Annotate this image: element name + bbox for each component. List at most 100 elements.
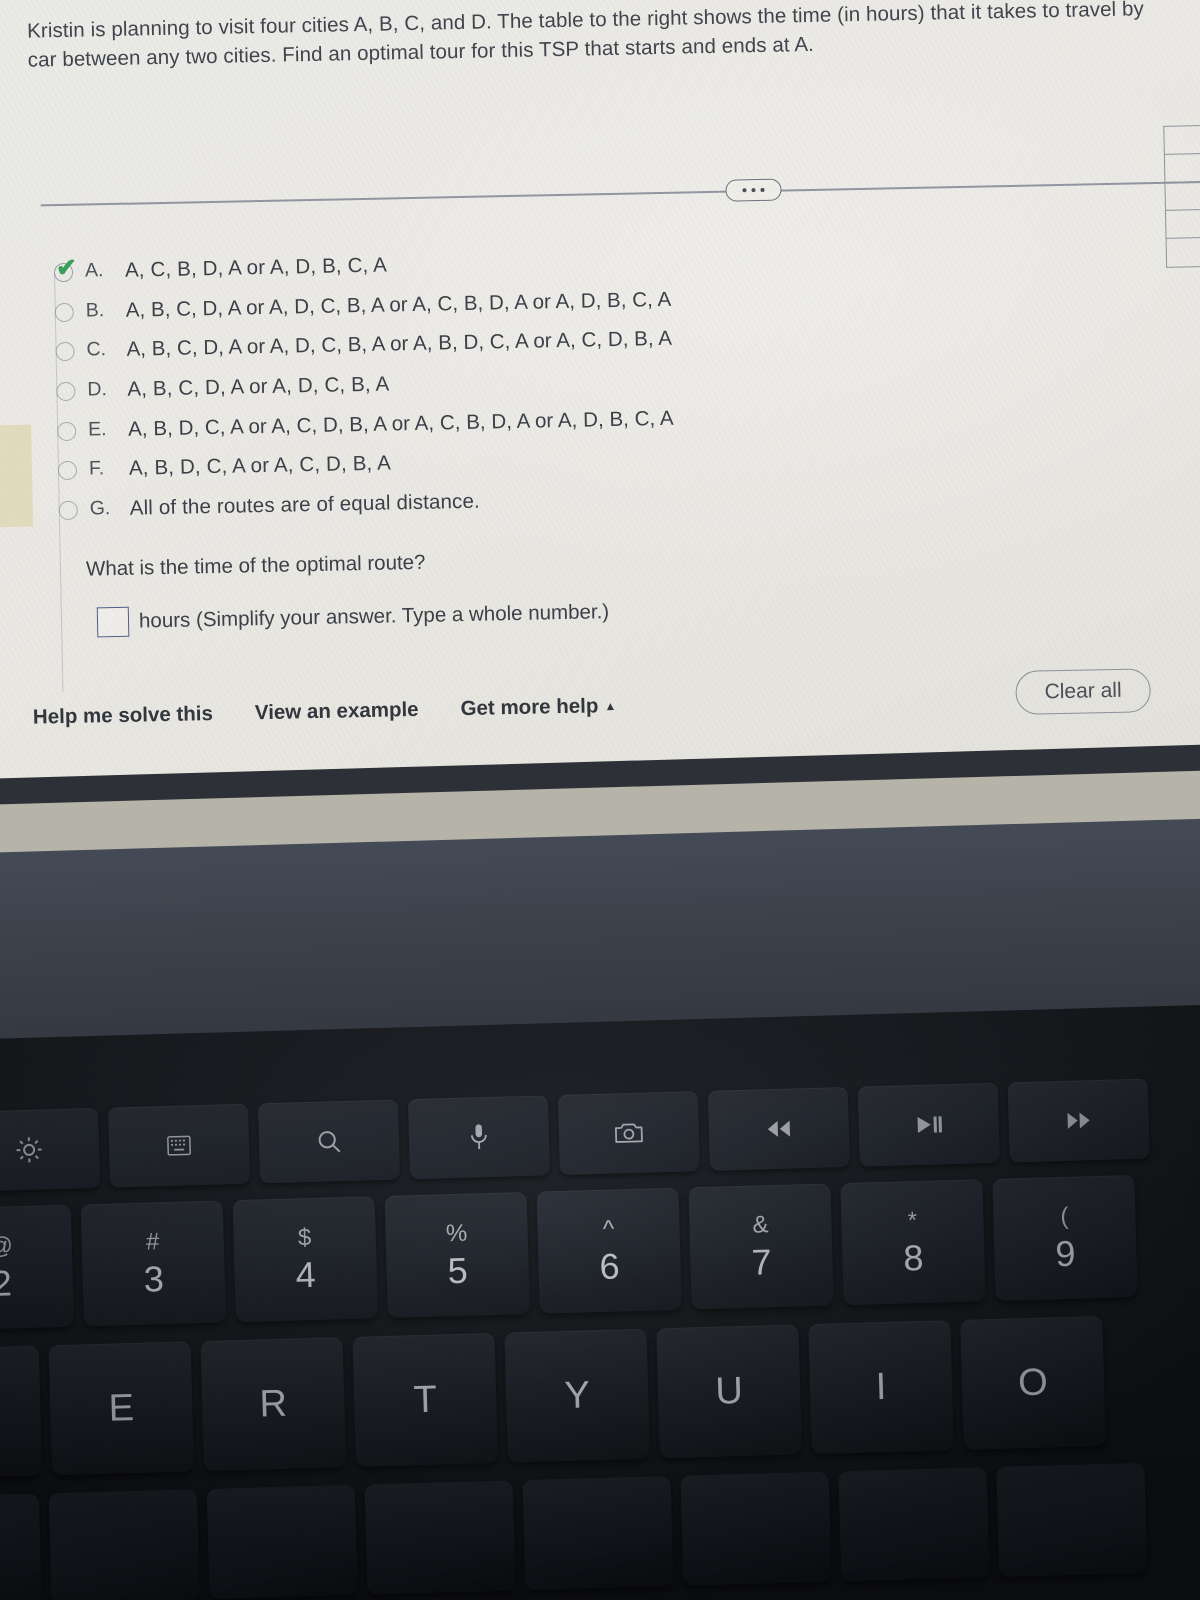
option-g-letter: G. [89,496,111,520]
view-an-example-link[interactable]: View an example [255,698,419,725]
option-a[interactable]: ✔ A. A, C, B, D, A or A, D, B, C, A [53,237,1200,285]
help-me-solve-this-link[interactable]: Help me solve this [33,702,213,730]
key-8-number: 8 [902,1236,925,1278]
radio-b[interactable] [54,302,74,322]
key-4-number: 4 [295,1253,317,1295]
key-6-number: 6 [598,1244,621,1287]
key-partial[interactable] [364,1480,516,1595]
key-4-symbol: $ [297,1223,312,1251]
play-pause-icon [917,1116,942,1134]
key-9-symbol: ( [1059,1202,1069,1230]
option-e[interactable]: E. A, B, D, C, A or A, C, D, B, A or A, … [57,395,1200,443]
key-5-number: 5 [447,1249,469,1291]
key-partial[interactable] [996,1462,1148,1577]
key-3[interactable]: # 3 [80,1200,226,1327]
answer-entry-row: hours (Simplify your answer. Type a whol… [19,585,1200,639]
option-f-letter: F. [88,457,105,480]
option-f[interactable]: F. A, B, D, C, A or A, C, D, B, A [57,435,1200,483]
key-fast-forward[interactable] [1007,1078,1150,1163]
table-cell [1164,153,1200,183]
key-partial[interactable] [680,1471,832,1586]
key-partial[interactable] [0,1493,42,1600]
key-search[interactable] [257,1099,401,1184]
dot [760,188,765,193]
answer-input[interactable] [96,607,130,638]
key-play-pause[interactable] [857,1082,1000,1167]
option-g[interactable]: G. All of the routes are of equal distan… [58,475,1200,523]
key-7[interactable]: & 7 [688,1183,834,1310]
laptop-screen: Kristin is planning to visit four cities… [0,0,1200,834]
radio-f[interactable] [57,460,78,481]
section-divider [10,169,1200,217]
divider-line [40,181,1200,207]
key-i[interactable]: I [808,1320,954,1455]
table-cell [1165,181,1200,211]
key-w[interactable]: W [0,1345,43,1480]
option-b-letter: B. [85,298,105,322]
screenshot-root: Kristin is planning to visit four cities… [0,0,1200,1600]
option-b[interactable]: B. A, B, C, D, A or A, D, C, B, A or A, … [54,277,1200,325]
laptop-keyboard: @ 2 # 3 $ 4 % 5 ^ 6 & 7 * 8 (9 E R T Y … [0,1003,1200,1600]
clear-all-button[interactable]: Clear all [1015,668,1152,716]
radio-g[interactable] [58,500,78,520]
answer-unit-hint: hours (Simplify your answer. Type a whol… [138,600,610,633]
key-partial[interactable] [838,1467,990,1582]
key-e[interactable]: E [48,1341,195,1476]
key-microphone[interactable] [407,1095,551,1180]
radio-d[interactable] [56,381,76,402]
key-rewind[interactable] [707,1086,850,1171]
option-c[interactable]: C. A, B, C, D, A or A, D, C, B, A or A, … [55,316,1200,364]
key-2-symbol: @ [0,1231,14,1260]
key-partial[interactable] [522,1476,674,1591]
option-e-letter: E. [87,417,107,441]
radio-c[interactable] [55,342,75,362]
camera-icon [615,1123,643,1143]
key-camera[interactable] [557,1091,700,1176]
key-y[interactable]: Y [504,1328,650,1463]
radio-e[interactable] [57,421,77,441]
key-o[interactable]: O [960,1315,1106,1450]
key-5[interactable]: % 5 [384,1191,530,1318]
get-more-help-link[interactable]: Get more help ▲ [460,694,616,721]
get-more-help-label: Get more help [460,694,599,721]
rewind-icon [767,1120,791,1137]
key-6[interactable]: ^ 6 [536,1187,682,1314]
brightness-icon [16,1137,42,1163]
keyboard-number-row: @ 2 # 3 $ 4 % 5 ^ 6 & 7 * 8 (9 [0,1174,1138,1331]
key-6-symbol: ^ [602,1215,615,1243]
key-7-number: 7 [750,1240,773,1283]
key-r[interactable]: R [200,1337,347,1472]
key-3-number: 3 [143,1257,165,1300]
radio-a[interactable]: ✔ [53,254,77,283]
key-4[interactable]: $ 4 [232,1196,378,1323]
key-8[interactable]: * 8 [840,1179,986,1306]
dot [751,188,756,193]
key-u[interactable]: U [656,1324,802,1459]
option-d[interactable]: D. A, B, C, D, A or A, D, C, B, A [56,356,1200,404]
key-9[interactable]: ( 9 [992,1174,1138,1301]
homework-panel: Kristin is planning to visit four cities… [7,0,1200,741]
more-options-button[interactable] [725,178,782,202]
microphone-icon [470,1124,487,1150]
key-2[interactable]: @ 2 [0,1204,75,1331]
key-t[interactable]: T [352,1332,499,1467]
option-c-text: A, B, C, D, A or A, D, C, B, A or A, B, … [126,327,673,362]
key-5-symbol: % [445,1219,468,1247]
option-g-text: All of the routes are of equal distance. [129,489,481,520]
keyboard-backlight-icon [167,1135,191,1156]
key-partial[interactable] [206,1484,358,1599]
table-cell [1167,237,1200,267]
checkmark-icon: ✔ [55,253,78,283]
key-brightness[interactable] [0,1107,101,1192]
keyboard-function-row [0,1078,1150,1192]
key-keyboard-backlight[interactable] [107,1103,251,1188]
caret-up-icon: ▲ [604,699,617,714]
answer-options-list: ✔ A. A, C, B, D, A or A, D, B, C, A B. A… [12,237,1200,523]
dot [742,188,747,193]
key-partial[interactable] [48,1489,200,1600]
distance-table-partial [1163,124,1200,268]
option-f-text: A, B, D, C, A or A, C, D, B, A [128,451,392,480]
option-d-letter: D. [87,378,108,401]
problem-statement: Kristin is planning to visit four cities… [26,0,1145,72]
option-c-letter: C. [86,338,107,361]
